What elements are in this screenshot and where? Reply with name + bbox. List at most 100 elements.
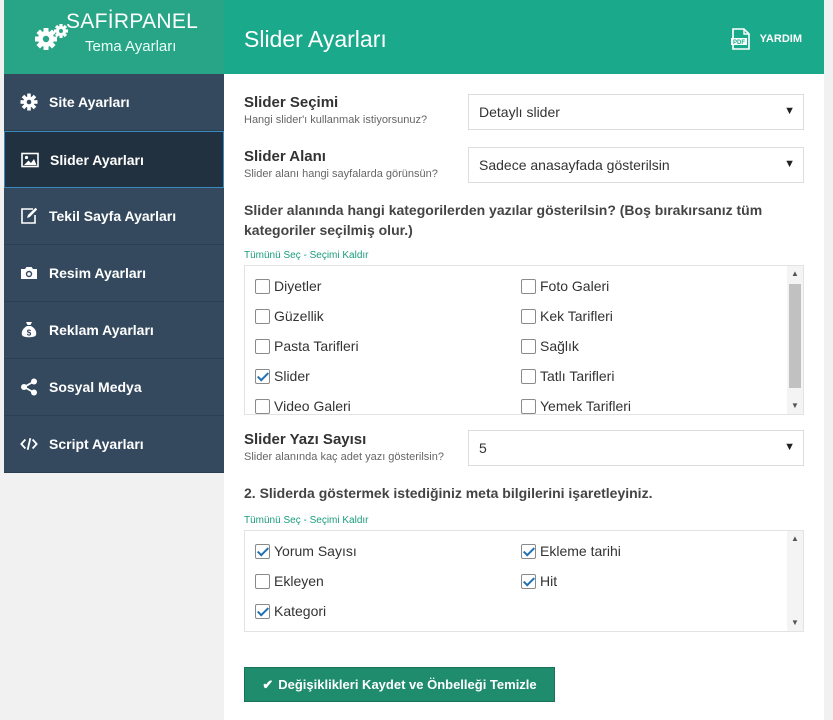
checkbox[interactable]	[255, 543, 270, 559]
category-checkbox[interactable]: Sağlık	[521, 338, 579, 354]
sidebar-item-label: Reklam Ayarları	[49, 322, 154, 338]
gear-icon	[20, 93, 38, 111]
category-checkbox[interactable]: Tatlı Tarifleri	[521, 368, 614, 384]
checkbox[interactable]	[255, 603, 270, 619]
checkbox-label: Hit	[540, 573, 558, 589]
checkbox-label: Yorum Sayısı	[274, 543, 357, 559]
brand-name: SAFİRPANEL	[66, 10, 199, 33]
scroll-down-icon[interactable]: ▼	[787, 398, 803, 414]
brand-logo: SAFİRPANEL Tema Ayarları	[4, 0, 224, 74]
checkbox-label: Pasta Tarifleri	[274, 338, 359, 354]
sidebar-item-label: Resim Ayarları	[49, 265, 147, 281]
checkbox[interactable]	[521, 368, 536, 384]
scroll-down-icon[interactable]: ▼	[787, 615, 803, 631]
post-count-select[interactable]: 5 ▼	[468, 430, 804, 466]
sidebar-item-reklam-ayarlari[interactable]: $ Reklam Ayarları	[4, 302, 224, 359]
checkbox[interactable]	[255, 398, 270, 414]
link-separator: -	[300, 515, 310, 526]
save-button-label: Değişiklikleri Kaydet ve Önbelleği Temiz…	[278, 677, 537, 692]
checkbox[interactable]	[255, 368, 270, 384]
code-icon	[20, 435, 38, 453]
sidebar-item-label: Tekil Sayfa Ayarları	[49, 208, 177, 224]
sidebar-item-site-ayarlari[interactable]: Site Ayarları	[4, 74, 224, 131]
image-icon	[21, 151, 39, 169]
category-checkbox[interactable]: Kek Tarifleri	[521, 308, 613, 324]
slider-area-value: Sadece anasayfada gösterilsin	[479, 157, 670, 173]
scroll-up-icon[interactable]: ▲	[787, 266, 803, 282]
money-bag-icon: $	[20, 321, 38, 339]
categories-question: Slider alanında hangi kategorilerden yaz…	[244, 202, 763, 238]
category-checkbox[interactable]: Slider	[255, 368, 310, 384]
meta-checkbox[interactable]: Ekleyen	[255, 573, 324, 589]
checkbox[interactable]	[521, 573, 536, 589]
save-and-clear-cache-button[interactable]: ✔ Değişiklikleri Kaydet ve Önbelleği Tem…	[244, 667, 555, 702]
scrollbar[interactable]: ▲ ▼	[787, 266, 803, 414]
category-checkbox[interactable]: Güzellik	[255, 308, 324, 324]
pdf-icon: PDF	[730, 28, 750, 50]
camera-icon	[20, 264, 38, 282]
checkbox-label: Diyetler	[274, 278, 322, 294]
deselect-link[interactable]: Seçimi Kaldır	[310, 250, 369, 261]
sidebar-item-sosyal-medya[interactable]: Sosyal Medya	[4, 359, 224, 416]
checkbox[interactable]	[255, 278, 270, 294]
checkmark-icon: ✔	[262, 676, 274, 692]
meta-select-links: Tümünü Seç - Seçimi Kaldır	[244, 515, 369, 526]
sidebar-item-label: Slider Ayarları	[50, 151, 144, 168]
select-all-link[interactable]: Tümünü Seç	[244, 515, 301, 526]
slider-choice-title: Slider Seçimi	[244, 94, 339, 111]
select-all-link[interactable]: Tümünü Seç	[244, 250, 301, 261]
meta-checkbox[interactable]: Hit	[521, 573, 557, 589]
checkbox-label: Foto Galeri	[540, 278, 610, 294]
meta-checklist[interactable]: Yorum Sayısı Ekleme tarihi Ekleyen Hit K…	[244, 530, 804, 632]
category-checkbox[interactable]: Video Galeri	[255, 398, 351, 414]
category-checkbox[interactable]: Yemek Tarifleri	[521, 398, 631, 414]
scrollbar[interactable]: ▲ ▼	[787, 531, 803, 631]
checkbox[interactable]	[521, 543, 536, 559]
link-separator: -	[300, 250, 310, 261]
dropdown-arrow-icon: ▼	[784, 441, 795, 453]
category-checkbox[interactable]: Foto Galeri	[521, 278, 609, 294]
page-title: Slider Ayarları	[244, 26, 387, 52]
checkbox[interactable]	[521, 278, 536, 294]
slider-choice-value: Detaylı slider	[479, 104, 560, 120]
checkbox[interactable]	[255, 573, 270, 589]
category-checkbox[interactable]: Diyetler	[255, 278, 321, 294]
slider-area-select[interactable]: Sadece anasayfada gösterilsin ▼	[468, 147, 804, 183]
dropdown-arrow-icon: ▼	[784, 158, 795, 170]
meta-checkbox[interactable]: Yorum Sayısı	[255, 543, 357, 559]
help-label: YARDIM	[759, 33, 802, 45]
checkbox[interactable]	[255, 338, 270, 354]
sidebar-item-label: Script Ayarları	[49, 436, 144, 452]
scroll-up-icon[interactable]: ▲	[787, 531, 803, 547]
meta-question: 2. Sliderda göstermek istediğiniz meta b…	[244, 485, 653, 501]
checkbox-label: Slider	[274, 368, 310, 384]
checkbox-label: Kek Tarifleri	[540, 308, 613, 324]
meta-checkbox[interactable]: Ekleme tarihi	[521, 543, 621, 559]
edit-icon	[20, 207, 38, 225]
slider-choice-select[interactable]: Detaylı slider ▼	[468, 94, 804, 130]
slider-area-desc: Slider alanı hangi sayfalarda görünsün?	[244, 168, 438, 180]
checkbox-label: Video Galeri	[274, 398, 351, 414]
sidebar-item-label: Sosyal Medya	[49, 379, 142, 395]
sidebar-item-resim-ayarlari[interactable]: Resim Ayarları	[4, 245, 224, 302]
sidebar-item-tekil-sayfa-ayarlari[interactable]: Tekil Sayfa Ayarları	[4, 188, 224, 245]
sidebar-item-script-ayarlari[interactable]: Script Ayarları	[4, 416, 224, 473]
meta-checkbox[interactable]: Kategori	[255, 603, 326, 619]
category-checkbox[interactable]: Pasta Tarifleri	[255, 338, 359, 354]
categories-checklist[interactable]: Diyetler Foto Galeri Güzellik Kek Tarifl…	[244, 265, 804, 415]
checkbox[interactable]	[521, 398, 536, 414]
scrollbar-thumb[interactable]	[789, 284, 801, 388]
settings-panel: Slider Seçimi Hangi slider'ı kullanmak i…	[224, 74, 824, 720]
checkbox[interactable]	[521, 338, 536, 354]
help-button[interactable]: PDF YARDIM	[730, 28, 802, 50]
checkbox[interactable]	[521, 308, 536, 324]
checkbox-label: Güzellik	[274, 308, 324, 324]
gears-icon	[35, 24, 68, 50]
brand-subtitle: Tema Ayarları	[85, 38, 177, 55]
checkbox[interactable]	[255, 308, 270, 324]
svg-text:$: $	[27, 329, 32, 338]
post-count-desc: Slider alanında kaç adet yazı gösterilsi…	[244, 451, 444, 463]
checkbox-label: Tatlı Tarifleri	[540, 368, 615, 384]
deselect-link[interactable]: Seçimi Kaldır	[310, 515, 369, 526]
sidebar-item-slider-ayarlari[interactable]: Slider Ayarları	[4, 131, 224, 188]
